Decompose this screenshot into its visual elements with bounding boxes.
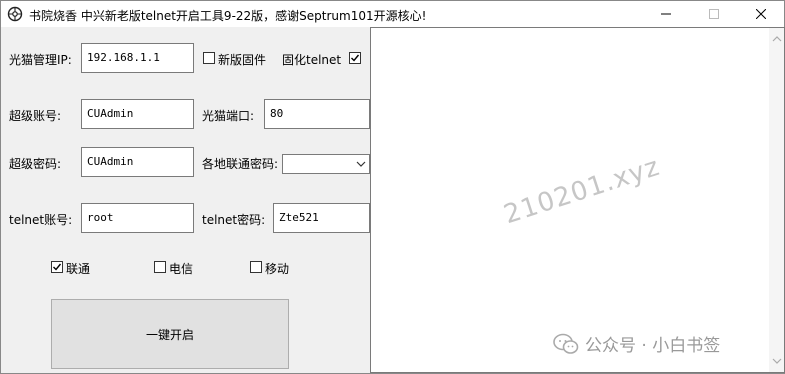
- solidify-telnet-label: 固化telnet: [282, 53, 342, 67]
- check-icon: [351, 54, 360, 62]
- app-window: 书院烧香 中兴新老版telnet开启工具9-22版，感谢Septrum101开源…: [0, 0, 785, 374]
- mobile-checkbox[interactable]: [250, 261, 262, 273]
- scroll-up-icon[interactable]: [772, 32, 782, 46]
- wechat-brand-text: 公众号 · 小白书签: [585, 336, 721, 356]
- super-password-label: 超级密码:: [9, 157, 62, 171]
- app-icon: [7, 6, 23, 22]
- telnet-password-input[interactable]: Zte521: [273, 203, 370, 233]
- port-label: 光猫端口:: [202, 109, 255, 123]
- vertical-scrollbar[interactable]: [769, 28, 784, 372]
- ip-input[interactable]: 192.168.1.1: [81, 43, 194, 73]
- unicom-password-label: 各地联通密码:: [202, 157, 279, 171]
- telnet-password-label: telnet密码:: [202, 213, 266, 227]
- close-button[interactable]: [738, 1, 784, 27]
- unicom-label: 联通: [66, 262, 91, 276]
- new-firmware-checkbox[interactable]: [203, 52, 215, 64]
- telecom-checkbox[interactable]: [154, 261, 166, 273]
- telnet-account-input[interactable]: root: [81, 203, 194, 233]
- one-click-start-button[interactable]: 一键开启: [51, 299, 289, 369]
- wechat-icon: [553, 333, 579, 354]
- maximize-button[interactable]: [691, 1, 737, 27]
- unicom-password-select[interactable]: [282, 154, 370, 174]
- super-account-input[interactable]: CUAdmin: [81, 99, 194, 129]
- super-password-input[interactable]: CUAdmin: [81, 147, 194, 177]
- wechat-watermark: 公众号 · 小白书签: [553, 331, 720, 356]
- port-input[interactable]: 80: [264, 99, 370, 129]
- mobile-label: 移动: [265, 262, 290, 276]
- ip-label: 光猫管理IP:: [9, 53, 72, 67]
- unicom-checkbox[interactable]: [51, 261, 63, 273]
- scroll-down-icon[interactable]: [772, 354, 782, 368]
- telnet-account-label: telnet账号:: [9, 213, 73, 227]
- check-icon: [53, 263, 62, 271]
- new-firmware-label: 新版固件: [218, 53, 267, 67]
- solidify-telnet-checkbox[interactable]: [349, 52, 361, 64]
- window-title: 书院烧香 中兴新老版telnet开启工具9-22版，感谢Septrum101开源…: [29, 9, 427, 23]
- minimize-button[interactable]: [643, 1, 689, 27]
- title-bar: 书院烧香 中兴新老版telnet开启工具9-22版，感谢Septrum101开源…: [1, 1, 784, 27]
- super-account-label: 超级账号:: [9, 109, 62, 123]
- telecom-label: 电信: [169, 262, 194, 276]
- chevron-down-icon: [356, 158, 366, 172]
